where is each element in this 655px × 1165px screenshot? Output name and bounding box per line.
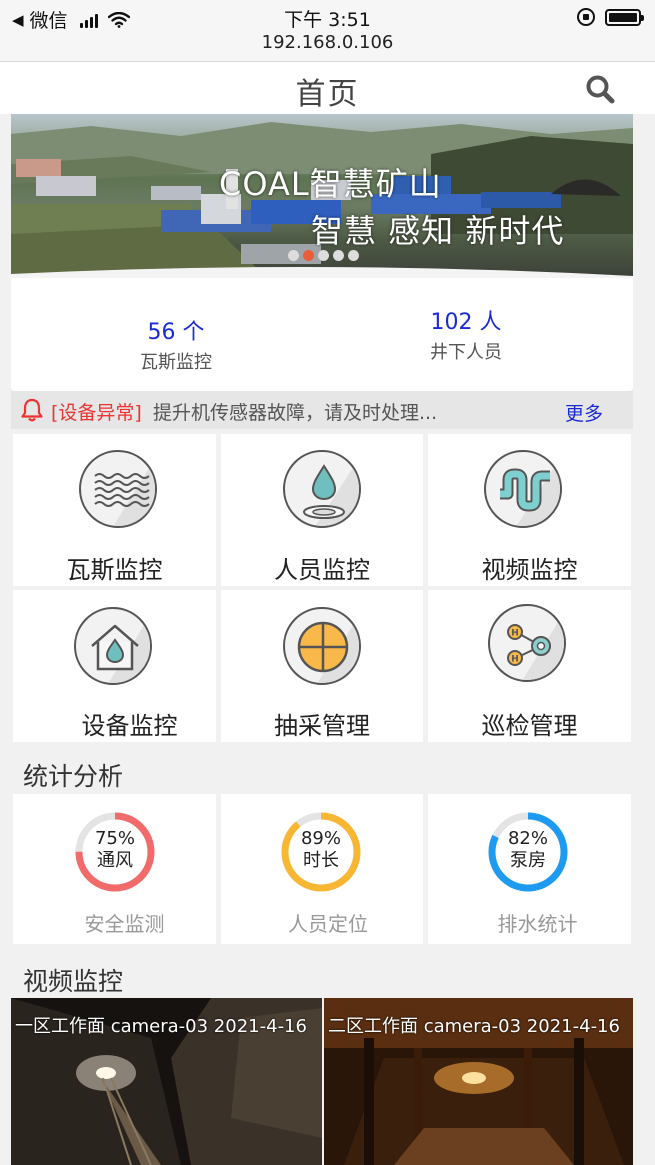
analysis-card-drainage[interactable]: 82% 泵房 排水统计 (428, 794, 631, 944)
analysis-card-location[interactable]: 89% 时长 人员定位 (221, 794, 423, 944)
menu-item-equipment[interactable]: 设备监控 (13, 590, 216, 742)
water-drop-icon (283, 450, 361, 528)
banner-subtitle: 智慧 感知 新时代 (311, 212, 565, 250)
more-link[interactable]: 更多 (565, 399, 603, 426)
page-url[interactable]: 192.168.0.106 (0, 32, 655, 53)
banner-carousel[interactable]: COAL智慧矿山 智慧 感知 新时代 (11, 114, 633, 282)
menu-label-video: 视频监控 (481, 556, 578, 584)
gauge-text: 82% 泵房 (486, 828, 570, 872)
gauge-percent: 89% (300, 828, 341, 849)
stat-gas[interactable]: 56 个 瓦斯监控 (116, 314, 236, 374)
status-bar: ◀ 微信 下午 3:51 192.168.0.106 (0, 0, 655, 62)
carousel-dot[interactable] (333, 250, 344, 261)
alert-text: 提升机传感器故障，请及时处理... (153, 402, 438, 424)
search-icon[interactable] (585, 74, 615, 104)
carousel-dots (288, 250, 359, 261)
carousel-dot[interactable] (303, 250, 314, 261)
gauge-text: 89% 时长 (279, 828, 363, 872)
analysis-label-location: 人员定位 (288, 912, 368, 936)
house-drop-icon (74, 607, 152, 685)
menu-label-inspection: 巡检管理 (481, 712, 578, 740)
gauge-text: 75% 通风 (73, 828, 157, 872)
carousel-dot[interactable] (318, 250, 329, 261)
stat-personnel[interactable]: 102 人 井下人员 (406, 304, 526, 364)
video-section-title: 视频监控 (23, 967, 124, 996)
analysis-section-title: 统计分析 (23, 762, 124, 791)
menu-item-video[interactable]: 视频监控 (428, 434, 631, 586)
pipe-icon (484, 450, 562, 528)
menu-label-equipment: 设备监控 (81, 712, 178, 740)
analysis-label-drainage: 排水统计 (497, 912, 578, 936)
molecule-icon: H H (488, 604, 566, 682)
svg-text:H: H (511, 629, 519, 639)
video-feed-2[interactable]: 二区工作面 camera-03 2021-4-16 (324, 998, 633, 1165)
menu-item-personnel[interactable]: 人员监控 (221, 434, 423, 586)
menu-item-extraction[interactable]: 抽采管理 (221, 590, 423, 742)
gauge-location: 89% 时长 (279, 810, 363, 894)
stat-personnel-value: 102 人 (430, 310, 502, 335)
status-right (577, 8, 644, 26)
gauge-name: 时长 (303, 850, 339, 871)
analysis-label-safety: 安全监测 (84, 912, 165, 936)
menu-item-inspection[interactable]: H H 巡检管理 (428, 590, 631, 742)
bell-icon (21, 398, 43, 422)
gas-waves-icon (79, 450, 157, 528)
gauge-safety: 75% 通风 (73, 810, 157, 894)
menu-label-extraction: 抽采管理 (274, 712, 370, 740)
svg-text:H: H (511, 655, 519, 665)
stat-gas-label: 瓦斯监控 (140, 352, 212, 373)
summary-stats: 56 个 瓦斯监控 102 人 井下人员 (11, 278, 633, 391)
gauge-name: 通风 (97, 850, 133, 871)
gauge-percent: 82% (507, 828, 548, 849)
gauge-name: 泵房 (510, 850, 546, 871)
alert-tag: [设备异常] (51, 402, 142, 424)
banner-title: COAL智慧矿山 (219, 165, 442, 203)
menu-label-personnel: 人员监控 (274, 556, 370, 584)
video-feed-1[interactable]: 一区工作面 camera-03 2021-4-16 (11, 998, 322, 1165)
gauge-percent: 75% (94, 828, 135, 849)
carousel-dot[interactable] (288, 250, 299, 261)
video-label: 一区工作面 camera-03 2021-4-16 (15, 1016, 307, 1037)
menu-label-gas: 瓦斯监控 (66, 556, 163, 584)
battery-icon (605, 8, 644, 26)
analysis-card-safety[interactable]: 75% 通风 安全监测 (13, 794, 216, 944)
alert-ticker[interactable]: [设备异常] 提升机传感器故障，请及时处理... 更多 (11, 391, 633, 429)
status-time: 下午 3:51 (284, 9, 371, 31)
menu-item-gas[interactable]: 瓦斯监控 (13, 434, 216, 586)
stat-gas-value: 56 个 (147, 320, 205, 345)
page-title: 首页 (295, 77, 360, 112)
nav-bar: 首页 (0, 62, 655, 114)
stat-personnel-label: 井下人员 (430, 342, 502, 363)
rotation-lock-icon (577, 8, 595, 26)
carousel-dot[interactable] (348, 250, 359, 261)
video-label: 二区工作面 camera-03 2021-4-16 (328, 1016, 620, 1037)
page: ◀ 微信 下午 3:51 192.168.0.106 首页 COAL智慧矿山 智… (0, 0, 655, 1165)
gauge-drainage: 82% 泵房 (486, 810, 570, 894)
crosshair-circle-icon (283, 607, 361, 685)
